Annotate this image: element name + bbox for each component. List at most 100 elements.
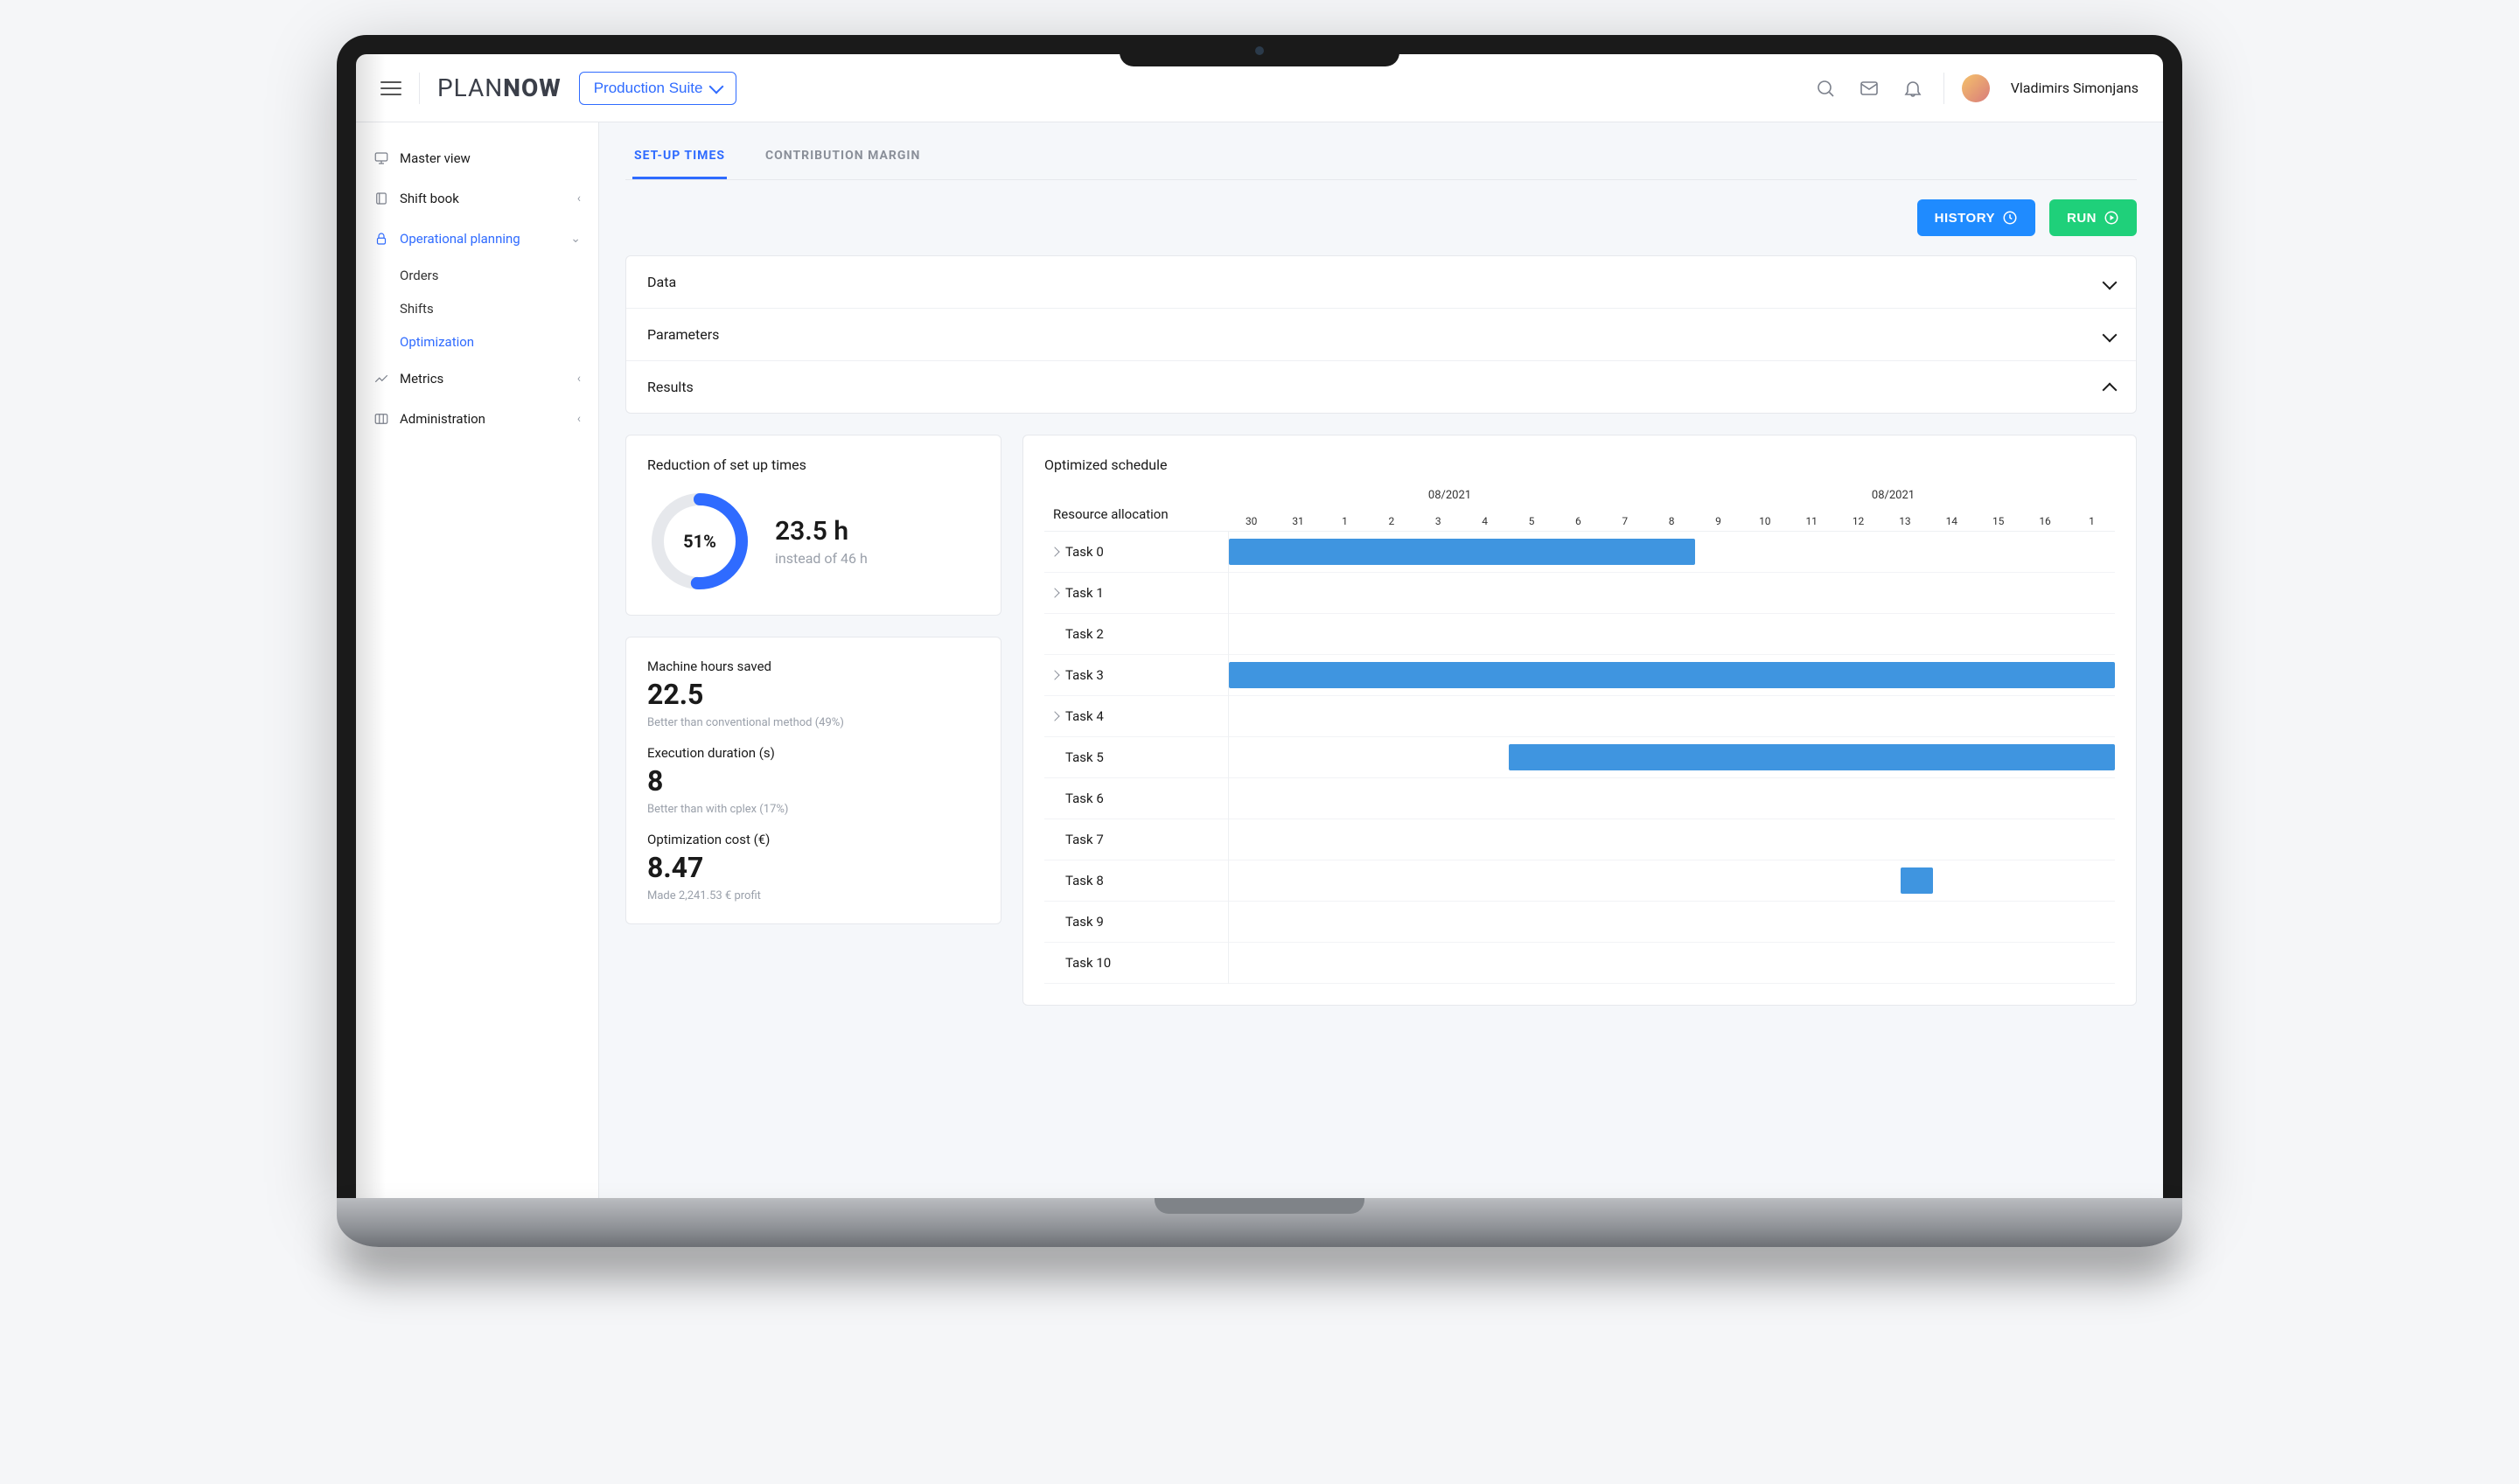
avatar[interactable]	[1962, 74, 1990, 102]
gantt-day-tick: 9	[1695, 515, 1741, 527]
suite-selector[interactable]: Production Suite	[579, 72, 737, 105]
chevron-left-icon: ‹	[577, 192, 581, 206]
gantt-task-row[interactable]: Task 5	[1044, 737, 1228, 778]
run-button[interactable]: RUN	[2049, 199, 2137, 236]
accordion-label: Parameters	[647, 326, 719, 343]
gantt-bar[interactable]	[1229, 539, 1695, 565]
gantt-task-row[interactable]: Task 2	[1044, 614, 1228, 655]
reduction-percent-label: 51%	[647, 489, 752, 594]
gantt-task-label: Task 8	[1065, 873, 1104, 888]
menu-toggle-button[interactable]	[380, 78, 401, 99]
stat-label: Optimization cost (€)	[647, 832, 980, 847]
sidebar-subitem-orders[interactable]: Orders	[356, 259, 598, 292]
laptop-notch	[1120, 35, 1399, 66]
columns-icon	[373, 411, 389, 427]
search-button[interactable]	[1812, 75, 1839, 101]
gantt-day-tick: 8	[1648, 515, 1694, 527]
chevron-down-icon	[2103, 327, 2118, 342]
gantt-day-tick: 10	[1741, 515, 1788, 527]
accordion-label: Results	[647, 379, 694, 395]
gantt-task-row[interactable]: Task 8	[1044, 860, 1228, 902]
laptop-screen: PLANNOW Production Suite Vladi	[337, 35, 2182, 1198]
accordion-results[interactable]: Results	[626, 361, 2136, 413]
chevron-right-icon	[1050, 588, 1059, 597]
laptop-base	[337, 1198, 2182, 1247]
monitor-icon	[373, 150, 389, 166]
accordion-data[interactable]: Data	[626, 256, 2136, 309]
search-icon	[1815, 78, 1836, 99]
card-stats: Machine hours saved 22.5 Better than con…	[625, 637, 1001, 924]
run-button-label: RUN	[2067, 211, 2097, 226]
gantt-resource-header: Resource allocation	[1044, 498, 1228, 531]
gantt-task-row[interactable]: Task 7	[1044, 819, 1228, 860]
gantt-task-labels: Task 0 Task 1 Task 2 Task 3 Task 4 Task 5 Task…	[1044, 532, 1228, 984]
stat-value: 22.5	[647, 678, 980, 711]
sidebar-item-operational-planning[interactable]: Operational planning ⌄	[356, 219, 598, 259]
gantt-day-tick: 16	[2021, 515, 2068, 527]
gantt-task-label: Task 0	[1065, 544, 1104, 560]
sidebar-item-shift-book[interactable]: Shift book ‹	[356, 178, 598, 219]
gantt-body: Task 0 Task 1 Task 2 Task 3 Task 4 Task 5 Task…	[1044, 532, 2115, 984]
sidebar: Master view Shift book ‹ Operational pla…	[356, 122, 599, 1198]
clock-icon	[2002, 210, 2018, 226]
gantt-day-tick: 5	[1508, 515, 1554, 527]
reduction-hours: 23.5 h	[775, 516, 868, 547]
gantt-task-row[interactable]: Task 9	[1044, 902, 1228, 943]
gantt-month-label: 08/2021	[1671, 489, 2115, 508]
notifications-button[interactable]	[1900, 75, 1926, 101]
stat-note: Better than with cplex (17%)	[647, 803, 980, 816]
sidebar-subitem-shifts[interactable]: Shifts	[356, 292, 598, 325]
main-content: SET-UP TIMES CONTRIBUTION MARGIN HISTORY…	[599, 122, 2163, 1198]
gantt-task-row[interactable]: Task 10	[1044, 943, 1228, 984]
sidebar-item-label: Master view	[400, 150, 471, 166]
suite-selector-label: Production Suite	[594, 80, 703, 97]
chevron-left-icon: ‹	[577, 372, 581, 386]
gantt-task-label: Task 9	[1065, 914, 1104, 930]
divider	[419, 73, 420, 104]
stat-value: 8	[647, 764, 980, 798]
gantt-day-tick: 7	[1601, 515, 1648, 527]
chevron-down-icon	[709, 79, 724, 94]
gantt-day-tick: 14	[1929, 515, 1975, 527]
gantt-month-label: 08/2021	[1228, 489, 1671, 508]
accordion-parameters[interactable]: Parameters	[626, 309, 2136, 361]
chevron-right-icon	[1050, 670, 1059, 679]
results-section: Reduction of set up times 51%	[625, 435, 2137, 1006]
gantt-task-label: Task 6	[1065, 791, 1104, 806]
gantt-task-label: Task 2	[1065, 626, 1104, 642]
gantt-task-label: Task 4	[1065, 708, 1104, 724]
gantt-task-row[interactable]: Task 3	[1044, 655, 1228, 696]
gantt-task-row[interactable]: Task 0	[1044, 532, 1228, 573]
history-button[interactable]: HISTORY	[1917, 199, 2035, 236]
gantt-bar[interactable]	[1901, 867, 1933, 894]
app-logo: PLANNOW	[437, 73, 562, 102]
stat-note: Better than conventional method (49%)	[647, 716, 980, 729]
divider	[1943, 73, 1944, 104]
gantt-bar[interactable]	[1229, 662, 2115, 688]
chevron-left-icon: ‹	[577, 412, 581, 426]
gantt-task-area[interactable]	[1228, 532, 2115, 984]
gantt-bar[interactable]	[1509, 744, 2115, 770]
gantt-task-row[interactable]: Task 1	[1044, 573, 1228, 614]
card-title: Reduction of set up times	[647, 456, 980, 473]
tab-contribution-margin[interactable]: CONTRIBUTION MARGIN	[764, 140, 922, 179]
inbox-button[interactable]	[1856, 75, 1882, 101]
sidebar-subitem-optimization[interactable]: Optimization	[356, 325, 598, 359]
laptop-frame: PLANNOW Production Suite Vladi	[337, 35, 2182, 1247]
chevron-up-icon	[2103, 382, 2118, 397]
tab-setup-times[interactable]: SET-UP TIMES	[632, 140, 727, 179]
logo-bold: NOW	[503, 73, 561, 102]
gantt-task-label: Task 7	[1065, 832, 1104, 847]
app-viewport: PLANNOW Production Suite Vladi	[356, 54, 2163, 1198]
gantt-header: Resource allocation 08/202108/2021 30311…	[1044, 489, 2115, 532]
accordion-panel: Data Parameters Results	[625, 255, 2137, 414]
sidebar-item-metrics[interactable]: Metrics ‹	[356, 359, 598, 399]
reduction-compare: instead of 46 h	[775, 550, 868, 567]
play-circle-icon	[2104, 210, 2119, 226]
gantt-task-row[interactable]: Task 4	[1044, 696, 1228, 737]
gantt-task-row[interactable]: Task 6	[1044, 778, 1228, 819]
sidebar-item-administration[interactable]: Administration ‹	[356, 399, 598, 439]
sidebar-item-master-view[interactable]: Master view	[356, 138, 598, 178]
history-button-label: HISTORY	[1935, 211, 1995, 226]
gantt-task-label: Task 10	[1065, 955, 1111, 971]
